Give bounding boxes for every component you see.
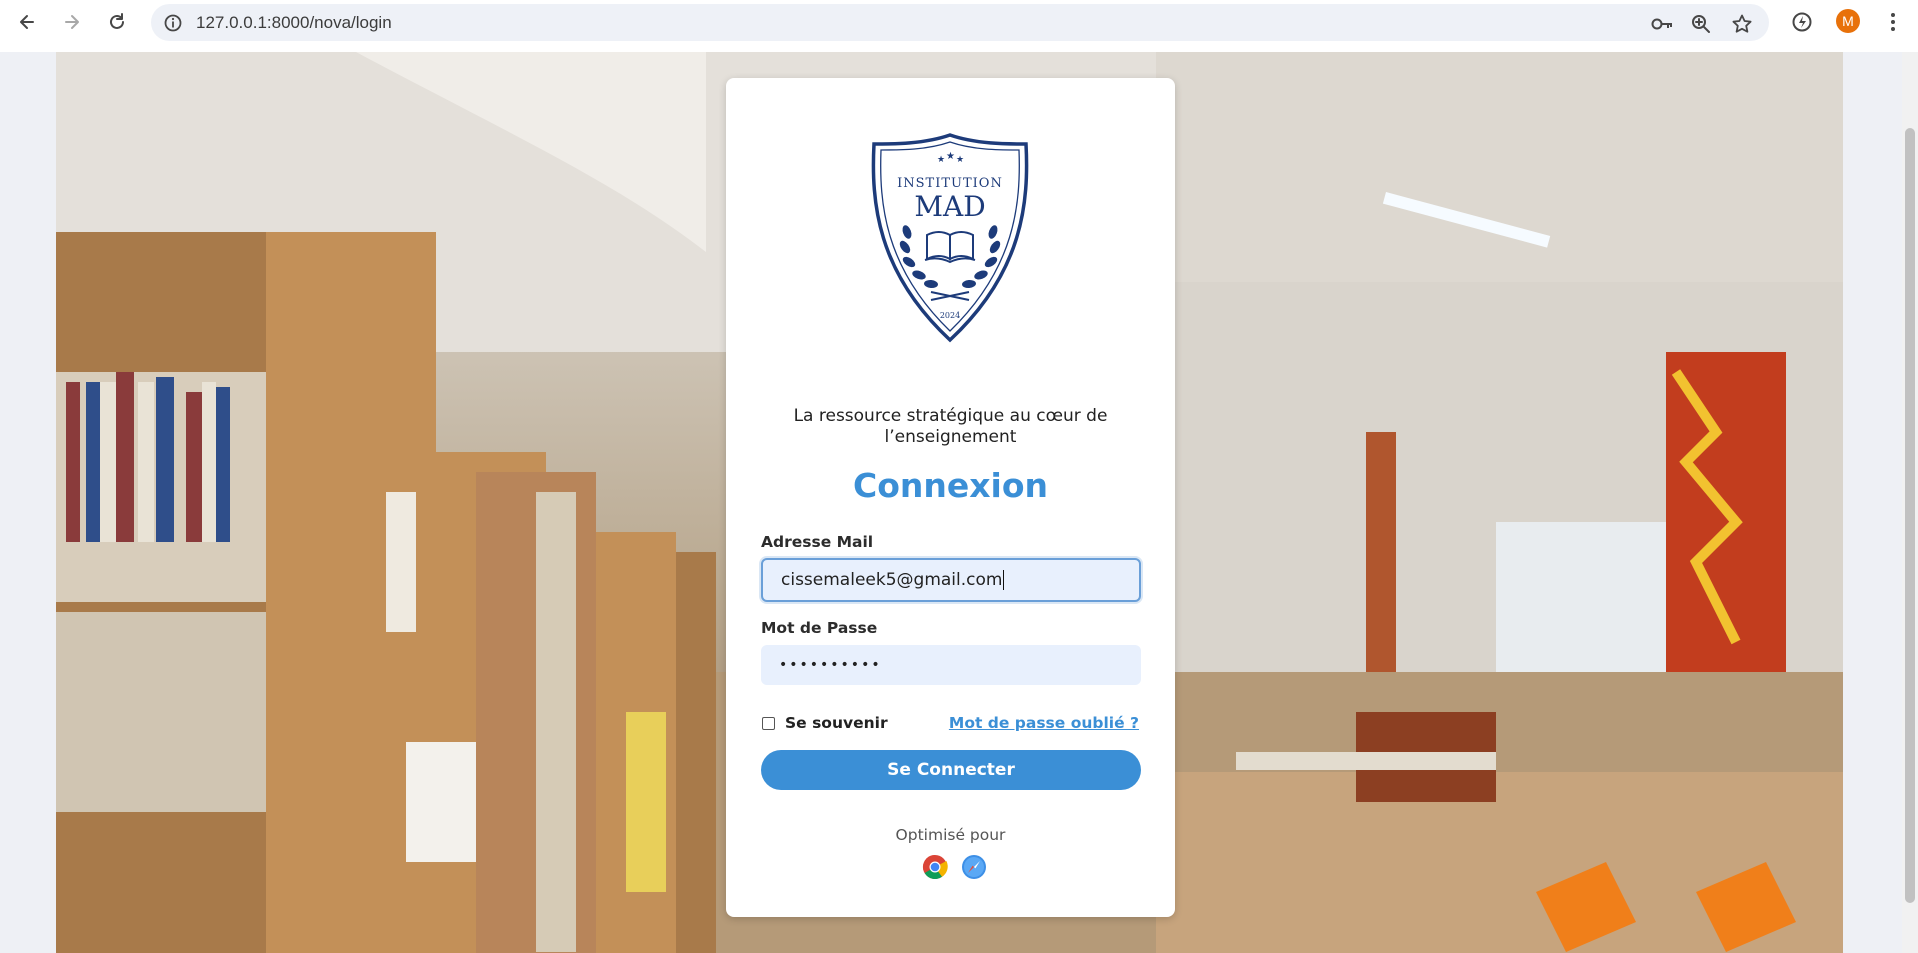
svg-text:★: ★: [956, 155, 964, 165]
tagline: La ressource stratégique au cœur de l’en…: [793, 406, 1108, 447]
password-label: Mot de Passe: [761, 619, 878, 637]
logo-line1: INSTITUTION: [897, 176, 1003, 191]
page-scrollbar[interactable]: [1902, 52, 1918, 953]
reload-icon[interactable]: [103, 8, 131, 36]
menu-icon[interactable]: [1881, 10, 1905, 34]
remember-me[interactable]: Se souvenir: [762, 714, 888, 732]
password-field[interactable]: ••••••••••: [761, 645, 1141, 685]
page-title: Connexion: [852, 466, 1049, 505]
safari-icon: [961, 854, 987, 880]
login-card: ★ ★ ★ INSTITUTION MAD 2024 La ressource …: [726, 78, 1175, 917]
optimized-browsers: [922, 854, 987, 880]
svg-text:★: ★: [946, 151, 955, 162]
email-label: Adresse Mail: [761, 533, 874, 551]
svg-text:★: ★: [937, 155, 945, 165]
email-field[interactable]: cissemaleek5@gmail.com: [761, 558, 1141, 602]
site-info-icon[interactable]: [163, 13, 183, 33]
text-caret: [1003, 570, 1005, 590]
chrome-icon: [922, 854, 948, 880]
institution-logo: ★ ★ ★ INSTITUTION MAD 2024: [869, 132, 1031, 344]
forgot-password-link[interactable]: Mot de passe oublié ?: [949, 714, 1139, 732]
scrollbar-thumb[interactable]: [1905, 128, 1915, 903]
logo-year: 2024: [940, 311, 960, 320]
login-button[interactable]: Se Connecter: [761, 750, 1141, 790]
remember-label: Se souvenir: [785, 714, 888, 732]
address-bar[interactable]: 127.0.0.1:8000/nova/login: [151, 4, 1769, 41]
email-value: cissemaleek5@gmail.com: [781, 570, 1003, 590]
profile-avatar[interactable]: M: [1836, 9, 1860, 33]
browser-toolbar: 127.0.0.1:8000/nova/login M: [0, 0, 1918, 43]
forward-icon[interactable]: [58, 8, 86, 36]
back-icon[interactable]: [13, 8, 41, 36]
extension-icon[interactable]: [1790, 10, 1814, 34]
optimized-label: Optimisé pour: [895, 826, 1006, 844]
star-icon[interactable]: [1731, 13, 1753, 35]
logo-line2: MAD: [914, 190, 985, 223]
url-text[interactable]: 127.0.0.1:8000/nova/login: [196, 13, 392, 33]
key-icon[interactable]: [1650, 13, 1672, 35]
password-value: ••••••••••: [779, 657, 882, 673]
remember-checkbox[interactable]: [762, 716, 775, 730]
zoom-icon[interactable]: [1690, 13, 1712, 35]
